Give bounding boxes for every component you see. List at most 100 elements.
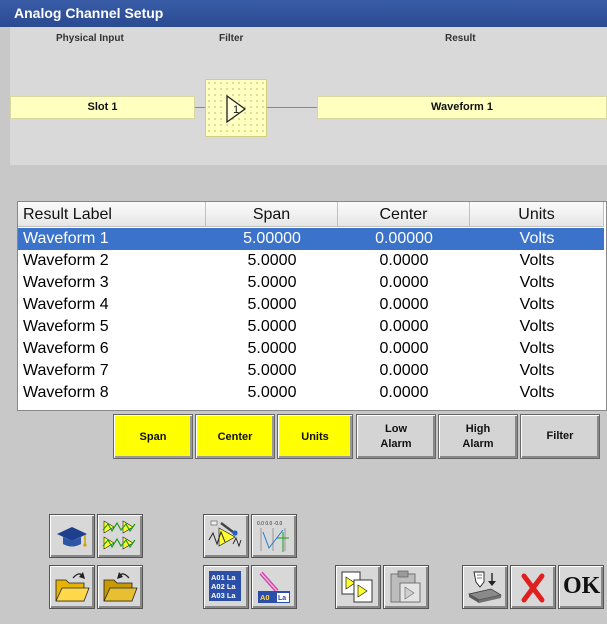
cell-center: 0.0000 — [379, 362, 429, 379]
cell-units: Volts — [519, 384, 555, 401]
save-folder-button[interactable] — [97, 565, 143, 609]
channel-table[interactable]: Result Label Span Center Units Waveform … — [17, 201, 607, 411]
center-column-button[interactable]: Center — [195, 414, 275, 459]
cell-span: 5.0000 — [247, 362, 297, 379]
table-row[interactable]: Waveform 6 5.0000 0.0000 Volts — [18, 338, 604, 360]
cell-units: Volts — [519, 230, 555, 247]
cell-center: 0.0000 — [379, 274, 429, 291]
low-alarm-button[interactable]: Low Alarm — [356, 414, 436, 459]
table-row[interactable]: Waveform 4 5.0000 0.0000 Volts — [18, 294, 604, 316]
cell-center: 0.0000 — [379, 318, 429, 335]
waveform-grid-button[interactable] — [97, 514, 143, 558]
result-header: Result — [445, 33, 476, 44]
filter-number: 1 — [233, 104, 239, 116]
cell-label: Waveform 5 — [23, 318, 109, 335]
axis-scale-icon: 0.0 0.0 -0.0 — [257, 521, 289, 552]
help-button[interactable] — [49, 514, 95, 558]
high-alarm-label-2: Alarm — [462, 437, 494, 450]
cell-span: 5.0000 — [247, 252, 297, 269]
column-header-result-label[interactable]: Result Label — [18, 202, 206, 227]
cell-span: 5.0000 — [247, 318, 297, 335]
analog-channel-setup-window: Analog Channel Setup Physical Input Filt… — [0, 0, 607, 624]
span-column-button[interactable]: Span — [113, 414, 193, 459]
filter-triangle-icon: 1 — [226, 94, 247, 124]
table-row[interactable]: Waveform 1 5.00000 0.00000 Volts — [18, 228, 604, 250]
axis-ticks-text: 0.0 0.0 -0.0 — [257, 521, 283, 527]
high-alarm-label-1: High — [465, 422, 491, 435]
label-list-line-1: A01 La — [211, 573, 236, 582]
cell-center: 0.0000 — [379, 252, 429, 269]
edit-label-button[interactable]: A0 La — [251, 565, 297, 609]
cell-units: Volts — [519, 274, 555, 291]
cell-units: Volts — [519, 362, 555, 379]
cell-label: Waveform 7 — [23, 362, 109, 379]
filter-column-button[interactable]: Filter — [520, 414, 600, 459]
cell-label: Waveform 4 — [23, 296, 109, 313]
table-row[interactable]: Waveform 2 5.0000 0.0000 Volts — [18, 250, 604, 272]
edit-label-icon: A0 La — [258, 571, 290, 603]
copy-filter-button[interactable] — [335, 565, 381, 609]
cell-span: 5.0000 — [247, 296, 297, 313]
cell-label: Waveform 1 — [23, 230, 109, 247]
physical-input-slot[interactable]: Slot 1 — [10, 96, 195, 119]
download-to-device-icon — [468, 571, 502, 603]
label-list-icon: A01 La A02 La A03 La — [209, 571, 241, 601]
cell-label: Waveform 2 — [23, 252, 109, 269]
label-list-button[interactable]: A01 La A02 La A03 La — [203, 565, 249, 609]
cell-center: 0.0000 — [379, 384, 429, 401]
cell-units: Volts — [519, 340, 555, 357]
connector-line — [195, 107, 205, 108]
connector-line — [267, 107, 317, 108]
cell-label: Waveform 3 — [23, 274, 109, 291]
separator-band — [10, 165, 607, 195]
result-waveform-box[interactable]: Waveform 1 — [317, 96, 607, 119]
cell-units: Volts — [519, 252, 555, 269]
signal-pipeline: Physical Input Filter Result Slot 1 1 Wa… — [10, 27, 607, 165]
label-list-line-3: A03 La — [211, 591, 236, 600]
close-x-icon — [521, 573, 545, 603]
filter-block-button[interactable]: 1 — [205, 79, 267, 137]
paste-clipboard-icon — [390, 570, 421, 603]
edit-label-prefix: A0 — [260, 593, 270, 602]
physical-input-header: Physical Input — [56, 33, 124, 44]
copy-icon — [341, 571, 373, 603]
column-header-units[interactable]: Units — [470, 202, 604, 227]
cell-span: 5.0000 — [247, 274, 297, 291]
column-header-center[interactable]: Center — [338, 202, 470, 227]
axis-scale-button[interactable]: 0.0 0.0 -0.0 — [251, 514, 297, 558]
cell-center: 0.0000 — [379, 340, 429, 357]
ok-label: OK — [563, 573, 601, 599]
open-folder-button[interactable] — [49, 565, 95, 609]
ok-button[interactable]: OK — [558, 565, 604, 609]
units-column-button[interactable]: Units — [277, 414, 353, 459]
cell-units: Volts — [519, 296, 555, 313]
cell-span: 5.0000 — [247, 340, 297, 357]
high-alarm-button[interactable]: High Alarm — [438, 414, 518, 459]
edit-label-suffix: La — [278, 595, 286, 602]
open-folder-icon — [55, 572, 90, 602]
graduation-cap-icon — [57, 527, 87, 547]
send-to-device-button[interactable] — [462, 565, 508, 609]
low-alarm-label-1: Low — [385, 422, 407, 435]
paste-filter-button[interactable] — [383, 565, 429, 609]
cell-center: 0.0000 — [379, 296, 429, 313]
table-row[interactable]: Waveform 8 5.0000 0.0000 Volts — [18, 382, 604, 404]
table-header: Result Label Span Center Units — [18, 202, 606, 227]
cell-label: Waveform 6 — [23, 340, 109, 357]
cancel-button[interactable] — [510, 565, 556, 609]
cell-span: 5.00000 — [243, 230, 301, 247]
window-title: Analog Channel Setup — [0, 0, 607, 27]
waveform-triangles-icon — [102, 520, 136, 550]
column-header-span[interactable]: Span — [206, 202, 338, 227]
table-row[interactable]: Waveform 5 5.0000 0.0000 Volts — [18, 316, 604, 338]
cell-label: Waveform 8 — [23, 384, 109, 401]
filter-header: Filter — [219, 33, 244, 44]
signal-probe-icon — [208, 520, 242, 548]
table-row[interactable]: Waveform 7 5.0000 0.0000 Volts — [18, 360, 604, 382]
table-row[interactable]: Waveform 3 5.0000 0.0000 Volts — [18, 272, 604, 294]
signal-probe-button[interactable] — [203, 514, 249, 558]
cell-center: 0.00000 — [375, 230, 433, 247]
label-list-line-2: A02 La — [211, 582, 236, 591]
low-alarm-label-2: Alarm — [380, 437, 412, 450]
cell-units: Volts — [519, 318, 555, 335]
